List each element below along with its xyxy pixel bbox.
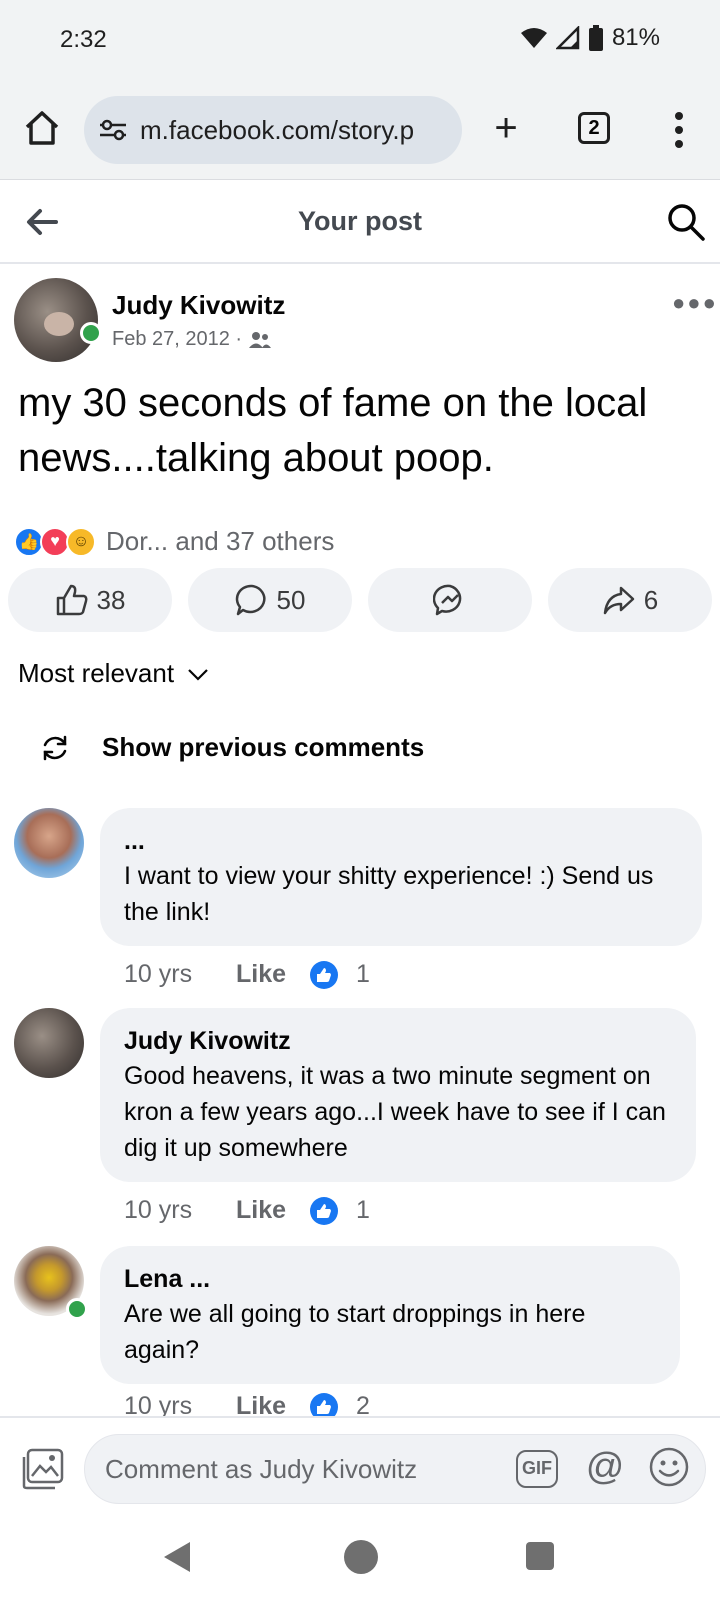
post-text: my 30 seconds of fame on the local news.… [18, 381, 648, 480]
wifi-icon [520, 28, 547, 48]
browser-toolbar: m.facebook.com/story.p + 2 [0, 80, 720, 180]
comment-bubble[interactable]: Lena ... Are we all going to start dropp… [100, 1246, 680, 1384]
comment-composer: Comment as Judy Kivowitz GIF @ [0, 1416, 720, 1516]
like-button[interactable]: 38 [8, 568, 172, 632]
photo-gallery-icon[interactable] [22, 1448, 64, 1490]
address-bar[interactable]: m.facebook.com/story.p [84, 96, 462, 164]
post-meta: Feb 27, 2012 · [112, 328, 272, 351]
comment-avatar[interactable] [14, 1008, 84, 1078]
comment-like-button[interactable]: Like [236, 1196, 310, 1225]
tab-switcher-button[interactable]: 2 [578, 112, 610, 144]
comment-avatar[interactable] [14, 808, 84, 878]
comment-reaction-count[interactable]: 1 [356, 960, 370, 989]
post-date[interactable]: Feb 27, 2012 · [112, 328, 242, 351]
comment-icon [235, 584, 266, 616]
online-indicator [80, 322, 102, 344]
chevron-down-icon [188, 668, 208, 681]
haha-reaction-icon: ☺ [66, 526, 96, 557]
site-settings-icon[interactable] [98, 118, 128, 142]
system-navigation-bar [0, 1516, 720, 1600]
show-previous-label: Show previous comments [102, 732, 425, 762]
comment-like-button[interactable]: Like [236, 960, 310, 989]
share-count: 6 [643, 584, 659, 615]
comment-author[interactable]: Lena ... [124, 1262, 656, 1296]
signal-icon [555, 26, 580, 50]
comment-text: I want to view your shitty experience! :… [124, 862, 654, 926]
nav-back-icon[interactable] [162, 1540, 192, 1574]
comment-actions: 10 yrs Like 1 [124, 960, 370, 989]
comment-time[interactable]: 10 yrs [124, 1196, 236, 1225]
reaction-summary[interactable]: Dor... and 37 others [106, 526, 334, 557]
status-bar: 2:32 81% [0, 0, 720, 80]
comment-button[interactable]: 50 [188, 568, 352, 632]
like-count: 38 [96, 584, 126, 615]
new-tab-button[interactable]: + [488, 106, 524, 150]
comment-text: Are we all going to start droppings in h… [124, 1300, 586, 1364]
home-icon[interactable] [22, 108, 62, 148]
sort-label: Most relevant [18, 658, 175, 688]
comment-time[interactable]: 10 yrs [124, 960, 236, 989]
kebab-menu-icon[interactable] [664, 108, 694, 152]
status-time: 2:32 [60, 26, 107, 53]
status-icons: 81% [520, 24, 660, 52]
url-text[interactable]: m.facebook.com/story.p [140, 115, 450, 146]
friends-audience-icon [249, 331, 272, 348]
comment-author[interactable]: Judy Kivowitz [124, 1024, 672, 1058]
comment-actions: 10 yrs Like 1 [124, 1196, 370, 1225]
comment-sort-dropdown[interactable]: Most relevant [18, 658, 210, 689]
mention-button[interactable]: @ [584, 1446, 626, 1488]
post-options-icon[interactable]: ●●● [672, 290, 718, 316]
emoji-icon[interactable] [648, 1446, 690, 1488]
send-messenger-button[interactable] [368, 568, 532, 632]
nav-recents-icon[interactable] [526, 1542, 554, 1570]
post-actions: 38 50 6 [8, 568, 712, 632]
comment-author[interactable]: ... [124, 824, 678, 858]
thumbs-up-icon [310, 1196, 338, 1225]
search-icon[interactable] [666, 202, 706, 242]
gif-button[interactable]: GIF [516, 1450, 558, 1488]
post-author-avatar[interactable] [14, 278, 98, 362]
thumbs-up-icon [310, 960, 338, 989]
comment-bubble[interactable]: Judy Kivowitz Good heavens, it was a two… [100, 1008, 696, 1182]
online-indicator [66, 1298, 88, 1320]
post-header: Your post [0, 182, 720, 264]
battery-icon [588, 25, 603, 51]
comment-bubble[interactable]: ... I want to view your shitty experienc… [100, 808, 702, 946]
reaction-bar[interactable]: 👍 ♥ ☺ Dor... and 37 others [14, 526, 334, 557]
comment-reaction-count[interactable]: 1 [356, 1196, 370, 1225]
page-title: Your post [298, 206, 422, 236]
messenger-icon [433, 584, 462, 616]
nav-home-icon[interactable] [344, 1540, 378, 1574]
battery-level: 81% [611, 24, 660, 51]
comment-count: 50 [276, 584, 306, 615]
share-icon [603, 586, 635, 615]
show-previous-comments-button[interactable]: Show previous comments [40, 732, 424, 763]
refresh-icon [43, 735, 67, 760]
thumbs-up-icon [56, 584, 88, 616]
share-button[interactable]: 6 [548, 568, 712, 632]
post-author-name[interactable]: Judy Kivowitz [112, 290, 285, 321]
comment-text: Good heavens, it was a two minute segmen… [124, 1062, 666, 1162]
